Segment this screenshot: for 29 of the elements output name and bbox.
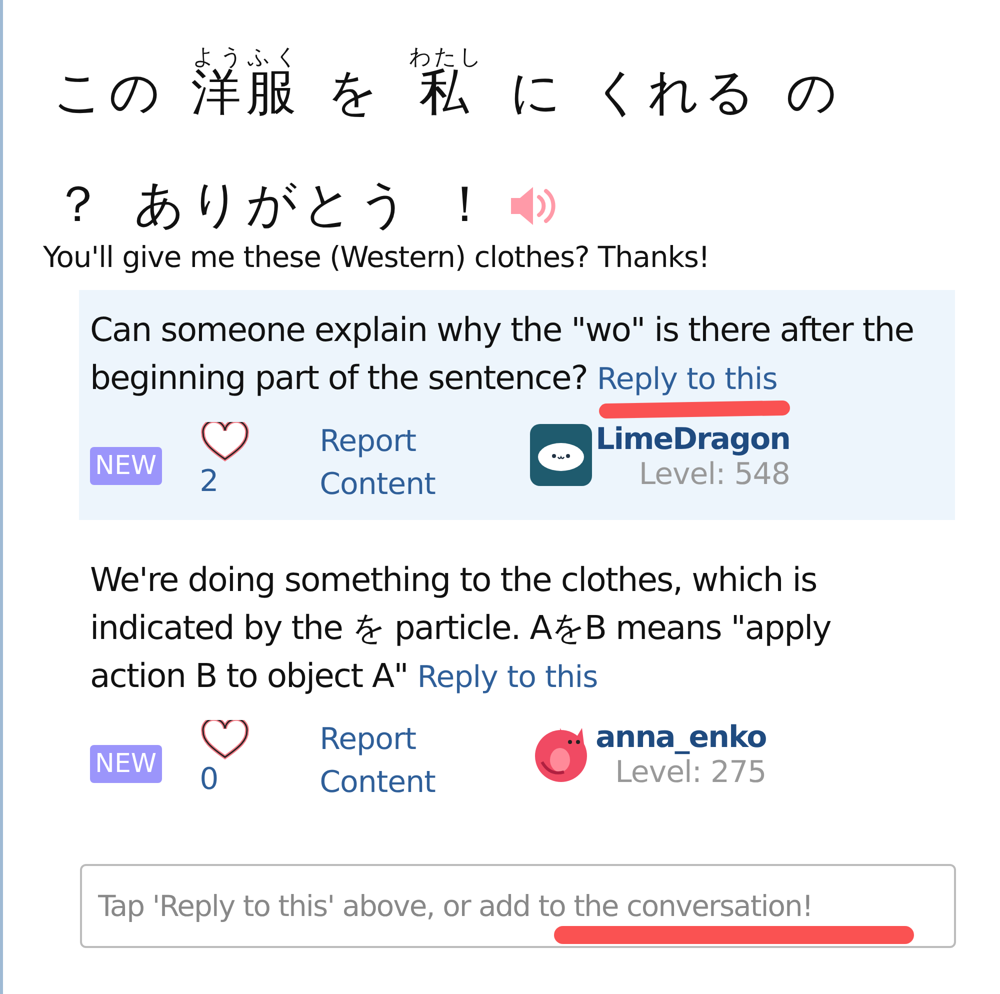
japanese-word: ！	[440, 174, 495, 234]
japanese-word: この	[53, 62, 165, 122]
japanese-word: くれる	[592, 62, 760, 122]
comment-text: We're doing something to the clothes, which is indicated by the を particle. AをB means "apply action B to object A" Reply to this	[90, 559, 832, 697]
comment-text: Can someone explain why the "wo" is there after the beginning part of the sentence? Reply to this	[90, 306, 931, 404]
heart-button[interactable]	[200, 720, 250, 760]
like-count: 2	[200, 464, 219, 498]
reply-link[interactable]: Reply to this	[596, 362, 778, 397]
japanese-word: ありがとう	[134, 174, 414, 234]
user-level: Level: 275	[615, 755, 766, 790]
translation-text: You'll give me these (Western) clothes? Thanks!	[43, 240, 710, 274]
reply-input[interactable]: Tap 'Reply to this' above, or add to the conversation!	[80, 864, 956, 948]
japanese-word: の	[786, 62, 842, 122]
avatar-icon	[530, 424, 592, 486]
japanese-word: 洋服 ようふく	[191, 46, 301, 122]
new-badge: NEW	[90, 745, 162, 783]
japanese-word: に	[510, 62, 566, 122]
japanese-word: 私 わたし	[409, 46, 484, 122]
like-count: 0	[200, 762, 219, 796]
username-link[interactable]: LimeDragon	[596, 422, 790, 457]
heart-button[interactable]	[200, 422, 250, 462]
user-level: Level: 548	[638, 457, 790, 492]
username-link[interactable]: anna_enko	[596, 720, 766, 755]
reply-link[interactable]: Reply to this	[417, 660, 598, 695]
report-link[interactable]: Report Content	[320, 712, 530, 804]
japanese-word: ？	[53, 174, 108, 234]
report-link[interactable]: Report Content	[320, 414, 530, 506]
new-badge: NEW	[90, 447, 162, 485]
japanese-word: を	[327, 62, 383, 122]
